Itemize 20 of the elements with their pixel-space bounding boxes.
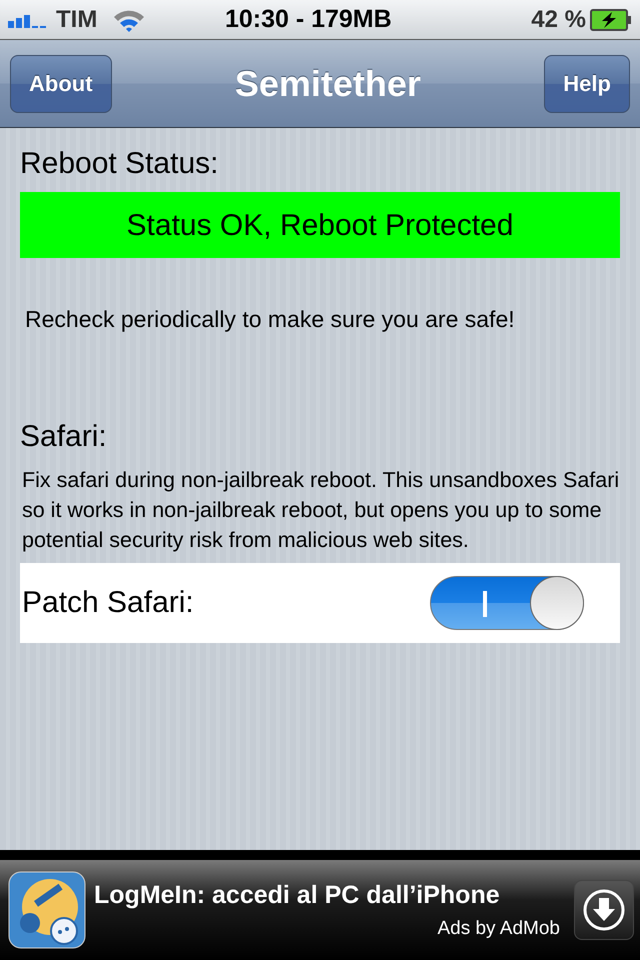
toggle-switch[interactable]: [430, 576, 584, 630]
battery-percent: 42 %: [531, 4, 586, 34]
app-title: Semitether: [234, 62, 421, 106]
carrier-name: TIM: [56, 4, 98, 34]
download-button[interactable]: [574, 880, 634, 940]
status-banner: Status OK, Reboot Protected: [20, 192, 620, 258]
help-button[interactable]: Help: [544, 54, 630, 112]
status-time: 10:30 - 179MB: [224, 4, 393, 35]
section-heading: Reboot Status:: [20, 146, 220, 182]
switch-label: Patch Safari:: [22, 585, 194, 621]
section-heading: Safari:: [20, 418, 108, 454]
battery-charging-icon: [590, 8, 632, 30]
download-icon: [582, 888, 626, 932]
ad-title: LogMeIn: accedi al PC dall’iPhone: [94, 880, 501, 911]
description-text: Fix safari during non-jailbreak reboot. This unsandboxes Safari so it works in non-jailbreak reboot, but opens you up to some potential security risk from malicious web sites.: [22, 466, 620, 554]
about-button[interactable]: About: [10, 54, 112, 112]
hint-text: Recheck periodically to make sure you are safe!: [25, 305, 516, 334]
ad-byline: Ads by AdMob: [436, 916, 561, 940]
wifi-icon: [113, 8, 146, 32]
app-icon: [8, 871, 86, 949]
